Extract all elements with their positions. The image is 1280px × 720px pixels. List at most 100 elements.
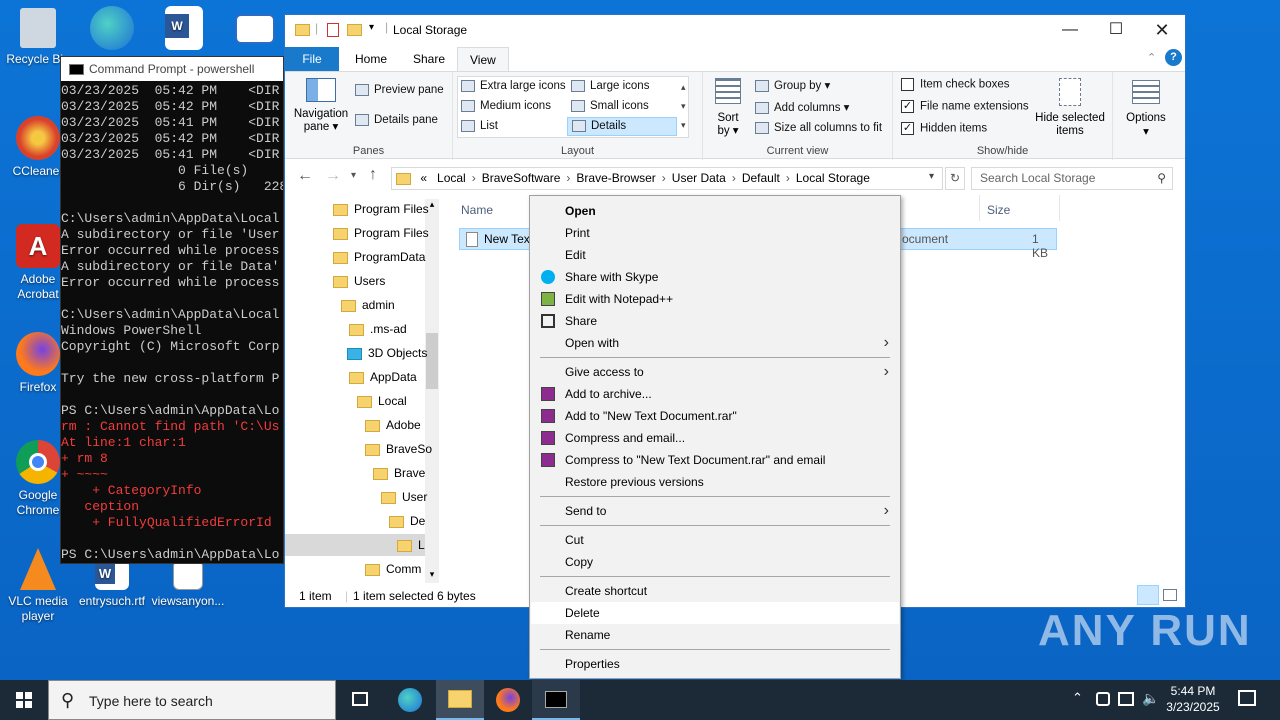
breadcrumb-item[interactable]: BraveSoftware bbox=[482, 171, 561, 185]
context-menu[interactable]: Open Print Edit Share with Skype Edit with N… bbox=[529, 195, 901, 679]
back-arrow-icon[interactable]: ← bbox=[297, 167, 313, 185]
recent-locations-icon[interactable]: ▾ bbox=[351, 170, 356, 181]
hidden-items-checkbox[interactable]: ✓ Hidden items bbox=[901, 122, 987, 135]
breadcrumb-overflow[interactable]: « bbox=[420, 171, 427, 185]
scroll-down-arrow-icon[interactable]: ▾ bbox=[425, 569, 439, 583]
maximize-button[interactable]: ☐ bbox=[1093, 15, 1139, 45]
cmd-output[interactable]: 03/23/2025 05:42 PM <DIR 03/23/2025 05:42… bbox=[61, 83, 283, 563]
breadcrumb-chevron-icon[interactable]: › bbox=[472, 171, 476, 185]
hide-selected-items-button[interactable]: Hide selected items bbox=[1033, 78, 1107, 138]
taskbar-firefox[interactable] bbox=[484, 680, 532, 720]
context-menu-item[interactable]: Copy bbox=[531, 551, 899, 573]
context-menu-item[interactable]: Give access to › bbox=[531, 361, 899, 383]
nav-item[interactable]: admin bbox=[341, 294, 395, 316]
context-menu-item[interactable]: Print bbox=[531, 222, 899, 244]
context-menu-item[interactable]: Edit with Notepad++ bbox=[531, 288, 899, 310]
volume-icon[interactable]: 🔈 bbox=[1142, 690, 1159, 707]
breadcrumb-chevron-icon[interactable]: › bbox=[786, 171, 790, 185]
help-icon[interactable]: ? bbox=[1165, 49, 1182, 66]
up-arrow-icon[interactable]: ↑ bbox=[369, 166, 377, 184]
collapse-ribbon-icon[interactable]: ⌃ bbox=[1147, 51, 1156, 64]
column-divider[interactable] bbox=[1059, 195, 1060, 221]
options-button[interactable]: Options ▾ bbox=[1119, 80, 1173, 138]
context-menu-item[interactable]: Share bbox=[531, 310, 899, 332]
breadcrumb-chevron-icon[interactable]: › bbox=[566, 171, 570, 185]
address-dropdown-icon[interactable]: ▾ bbox=[929, 171, 934, 182]
context-menu-item[interactable]: Send to › bbox=[531, 500, 899, 522]
breadcrumb-chevron-icon[interactable]: › bbox=[732, 171, 736, 185]
nav-item[interactable]: Local bbox=[357, 390, 407, 412]
context-menu-item[interactable]: Open bbox=[531, 200, 899, 222]
context-menu-item[interactable]: Compress to "New Text Document.rar" and … bbox=[531, 449, 899, 471]
nav-item[interactable]: .ms-ad bbox=[349, 318, 407, 340]
notifications-icon[interactable] bbox=[1238, 690, 1256, 706]
desktop-icon-word[interactable]: W bbox=[146, 6, 222, 54]
explorer-titlebar[interactable]: | ▾ | Local Storage — ☐ ✕ bbox=[285, 15, 1185, 47]
size-all-columns-button[interactable]: Size all columns to fit bbox=[755, 122, 882, 134]
breadcrumb-item[interactable]: Local bbox=[437, 171, 466, 185]
add-columns-button[interactable]: Add columns ▾ bbox=[755, 100, 849, 114]
context-menu-item[interactable]: Edit bbox=[531, 244, 899, 266]
nav-item[interactable]: ProgramData bbox=[333, 246, 425, 268]
desktop-icon-rtf[interactable]: W entrysuch.rtf bbox=[74, 560, 150, 609]
clock[interactable]: 5:44 PM 3/23/2025 bbox=[1162, 683, 1224, 715]
context-menu-item[interactable]: Add to "New Text Document.rar" bbox=[531, 405, 899, 427]
navigation-pane[interactable]: ▴ ▾ Program Files Program Files ProgramDat… bbox=[285, 195, 441, 585]
nav-item[interactable]: AppData bbox=[349, 366, 417, 388]
item-check-boxes-checkbox[interactable]: Item check boxes bbox=[901, 78, 1009, 91]
cmd-titlebar[interactable]: Command Prompt - powershell bbox=[61, 57, 283, 81]
details-view-icon[interactable] bbox=[1137, 585, 1159, 605]
taskbar-file-explorer[interactable] bbox=[436, 680, 484, 720]
details-option[interactable]: Details bbox=[567, 117, 677, 136]
nav-item[interactable]: Brave bbox=[373, 462, 425, 484]
list-option[interactable]: List bbox=[461, 120, 498, 132]
desktop-icon-doc[interactable] bbox=[230, 14, 280, 48]
forward-arrow-icon[interactable]: → bbox=[325, 167, 341, 185]
nav-item[interactable]: Program Files bbox=[333, 222, 429, 244]
nav-item[interactable]: Program Files bbox=[333, 198, 429, 220]
group-by-button[interactable]: Group by ▾ bbox=[755, 78, 830, 92]
large-icons-view-icon[interactable] bbox=[1163, 589, 1177, 601]
breadcrumb-item[interactable]: User Data bbox=[672, 171, 726, 185]
desktop-icon-edge[interactable] bbox=[74, 6, 150, 54]
context-menu-item[interactable]: Share with Skype bbox=[531, 266, 899, 288]
context-menu-item[interactable]: Delete bbox=[531, 602, 899, 624]
start-button[interactable] bbox=[0, 680, 48, 720]
context-menu-item[interactable]: Compress and email... bbox=[531, 427, 899, 449]
nav-item[interactable]: BraveSo bbox=[365, 438, 432, 460]
tab-file[interactable]: File bbox=[285, 47, 339, 71]
network-icon[interactable] bbox=[1096, 692, 1110, 706]
tab-share[interactable]: Share bbox=[401, 47, 457, 71]
nav-scrollbar-thumb[interactable] bbox=[426, 333, 438, 389]
context-menu-item[interactable]: Restore previous versions bbox=[531, 471, 899, 493]
context-menu-item[interactable]: Create shortcut bbox=[531, 580, 899, 602]
nav-item[interactable]: Comm bbox=[365, 558, 421, 580]
size-column-header[interactable]: Size bbox=[987, 203, 1010, 217]
tab-view[interactable]: View bbox=[457, 47, 509, 71]
nav-scrollbar[interactable]: ▴ ▾ bbox=[425, 199, 439, 583]
file-name-extensions-checkbox[interactable]: ✓ File name extensions bbox=[901, 100, 1029, 113]
task-view-button[interactable] bbox=[336, 680, 384, 720]
context-menu-item[interactable]: Cut bbox=[531, 529, 899, 551]
show-hidden-icons-chevron-icon[interactable]: ⌃ bbox=[1072, 690, 1083, 706]
refresh-icon[interactable]: ↻ bbox=[945, 167, 965, 190]
preview-pane-button[interactable]: Preview pane bbox=[355, 84, 444, 96]
medium-icons-option[interactable]: Medium icons bbox=[461, 100, 551, 112]
layout-scroll-buttons[interactable]: ▴ ▾ ▾ bbox=[681, 78, 686, 135]
close-button[interactable]: ✕ bbox=[1139, 15, 1185, 45]
taskbar-search-box[interactable]: ⚲ Type here to search bbox=[48, 680, 336, 720]
search-box[interactable]: Search Local Storage ⚲ bbox=[971, 167, 1173, 190]
nav-item[interactable]: Adobe bbox=[365, 414, 421, 436]
tab-home[interactable]: Home bbox=[343, 47, 399, 71]
breadcrumb-item[interactable]: Brave-Browser bbox=[576, 171, 655, 185]
display-icon[interactable] bbox=[1118, 692, 1134, 706]
column-divider[interactable] bbox=[979, 195, 980, 221]
address-bar[interactable]: « Local › BraveSoftware › Brave-Browser › User … bbox=[391, 167, 943, 190]
properties-icon[interactable] bbox=[327, 23, 339, 37]
nav-item[interactable]: User bbox=[381, 486, 427, 508]
desktop-icon-image[interactable]: viewsanyon... bbox=[150, 560, 226, 609]
command-prompt-window[interactable]: Command Prompt - powershell 03/23/2025 0… bbox=[60, 56, 284, 564]
context-menu-item[interactable]: Add to archive... bbox=[531, 383, 899, 405]
extra-large-icons-option[interactable]: Extra large icons bbox=[461, 80, 566, 92]
nav-item[interactable]: Users bbox=[333, 270, 385, 292]
